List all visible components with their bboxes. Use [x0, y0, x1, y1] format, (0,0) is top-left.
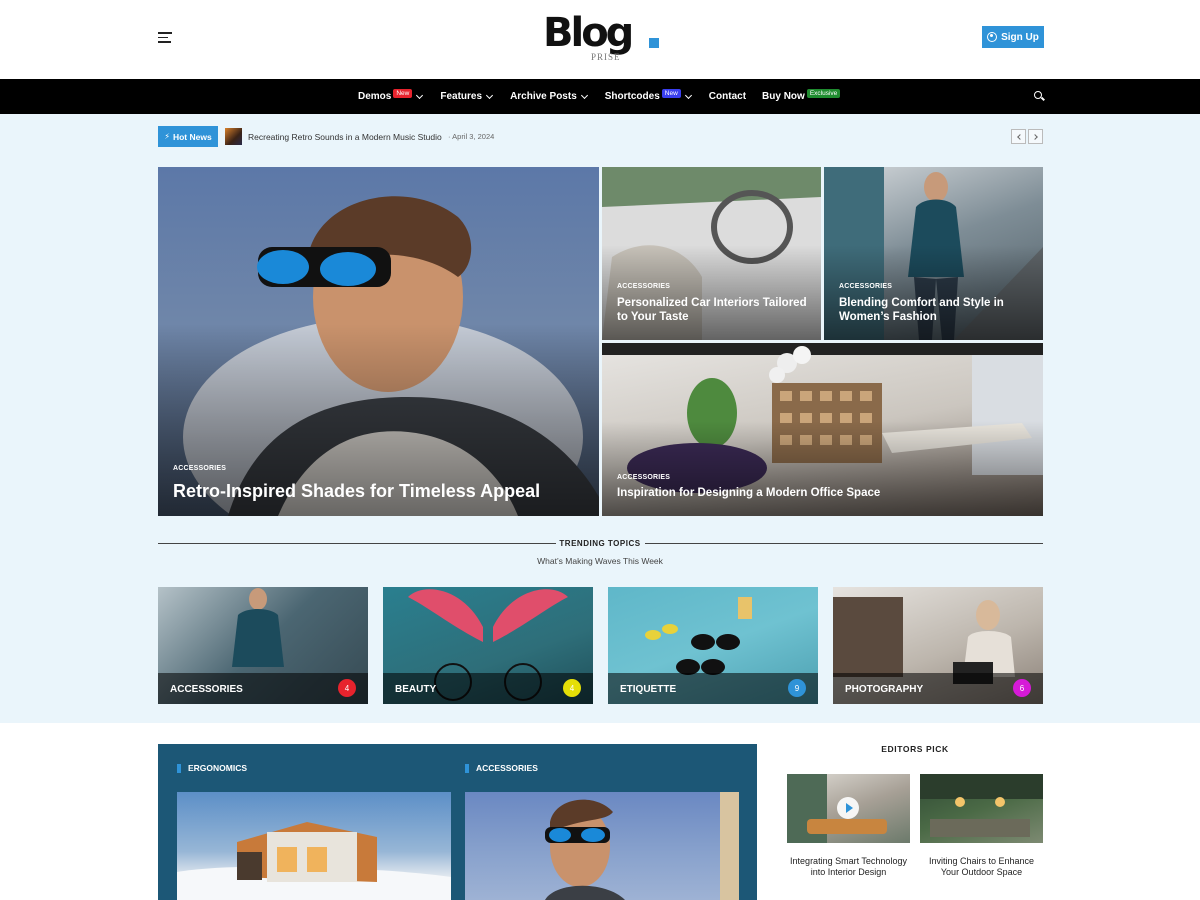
editors-pick-title: EDITORS PICK [881, 744, 949, 754]
editors-pick-image-1[interactable] [787, 774, 910, 843]
card-title[interactable]: Inspiration for Designing a Modern Offic… [617, 486, 880, 500]
category-label[interactable]: ACCESSORIES [617, 283, 670, 290]
site-header: Blog PRISE Sign Up [0, 0, 1200, 79]
hero-card-office-space[interactable]: ACCESSORIES Inspiration for Designing a … [602, 343, 1043, 516]
card-title[interactable]: Blending Comfort and Style in Women’s Fa… [839, 296, 1034, 325]
section-subtitle: What’s Making Waves This Week [537, 556, 663, 566]
search-icon[interactable] [1034, 91, 1045, 101]
ticker-date-value: April 3, 2024 [452, 132, 495, 141]
chevron-right-icon [1031, 133, 1038, 140]
house-image[interactable] [177, 792, 451, 900]
category-label[interactable]: ACCESSORIES [173, 465, 226, 472]
topic-card-photography[interactable]: PHOTOGRAPHY 6 [833, 587, 1043, 704]
topic-card-accessories[interactable]: ACCESSORIES 4 [158, 587, 368, 704]
hot-news-label: ⚡ Hot News [158, 126, 218, 147]
topic-label: ETIQUETTE [620, 684, 677, 695]
editors-pick-title-2[interactable]: Inviting Chairs to Enhance Your Outdoor … [920, 856, 1043, 879]
nav-item-contact[interactable]: Contact [709, 91, 746, 102]
nav-label: Archive Posts [510, 91, 577, 102]
editors-pick-title-1[interactable]: Integrating Smart Technology into Interi… [787, 856, 910, 879]
topic-count-badge: 4 [338, 679, 356, 697]
card-title[interactable]: Retro-Inspired Shades for Timeless Appea… [173, 480, 540, 503]
bolt-icon: ⚡ [164, 132, 170, 141]
ticker-thumbnail[interactable] [225, 128, 242, 145]
chevron-down-icon [416, 91, 424, 99]
logo-dot [649, 38, 659, 48]
sign-up-button[interactable]: Sign Up [982, 26, 1044, 48]
category-label[interactable]: ACCESSORIES [617, 474, 670, 481]
nav-item-shortcodes[interactable]: Shortcodes New [604, 89, 693, 102]
nav-label: Features [440, 91, 483, 102]
new-badge: New [393, 89, 413, 98]
ticker-prev-button[interactable] [1011, 129, 1026, 144]
panel-category-ergonomics[interactable]: ERGONOMICS [177, 763, 247, 773]
card-title[interactable]: Personalized Car Interiors Tailored to Y… [617, 296, 807, 325]
hero-card-car-interiors[interactable]: ACCESSORIES Personalized Car Interiors T… [602, 167, 821, 340]
exclusive-badge: Exclusive [806, 89, 841, 98]
topic-count-badge: 6 [1013, 679, 1031, 697]
topic-count-badge: 4 [563, 679, 581, 697]
logo-text: Blog [543, 10, 634, 56]
nav-label: Shortcodes [604, 91, 660, 102]
sign-up-label: Sign Up [1001, 31, 1039, 43]
topic-card-beauty[interactable]: BEAUTY 4 [383, 587, 593, 704]
nav-label: Demos [358, 91, 392, 102]
editors-pick-image-2[interactable] [920, 774, 1043, 843]
chevron-left-icon [1016, 133, 1023, 140]
user-icon [987, 32, 998, 42]
topic-card-etiquette[interactable]: ETIQUETTE 9 [608, 587, 818, 704]
new-badge: New [661, 89, 681, 98]
panel-category-label: ERGONOMICS [188, 763, 248, 773]
category-label[interactable]: ACCESSORIES [839, 283, 892, 290]
chevron-down-icon [580, 91, 588, 99]
nav-item-buy-now[interactable]: Buy Now Exclusive [762, 89, 841, 102]
hero-card-main[interactable]: ACCESSORIES Retro-Inspired Shades for Ti… [158, 167, 599, 516]
play-icon[interactable] [837, 797, 859, 819]
topic-label: ACCESSORIES [170, 684, 243, 695]
main-nav: Demos New Features Archive Posts Shortco… [0, 79, 1200, 114]
nav-item-archive-posts[interactable]: Archive Posts [510, 91, 589, 102]
topic-label: PHOTOGRAPHY [845, 684, 924, 695]
hot-news-text: Hot News [172, 131, 212, 142]
panel-category-label: ACCESSORIES [476, 763, 538, 773]
nav-label: Buy Now [762, 91, 805, 102]
section-title: TRENDING TOPICS [559, 539, 641, 548]
site-logo[interactable]: Blog PRISE [543, 8, 663, 64]
chevron-down-icon [684, 91, 692, 99]
ticker-next-button[interactable] [1028, 129, 1043, 144]
ticker-date: · April 3, 2024 [448, 132, 495, 141]
topic-label: BEAUTY [395, 684, 437, 695]
ticker-headline[interactable]: Recreating Retro Sounds in a Modern Musi… [248, 132, 442, 142]
nav-label: Contact [708, 91, 747, 102]
nav-item-features[interactable]: Features [440, 91, 494, 102]
chevron-down-icon [486, 91, 494, 99]
topic-count-badge: 9 [788, 679, 806, 697]
logo-subtext: PRISE [591, 52, 621, 62]
nav-item-demos[interactable]: Demos New [358, 89, 424, 102]
menu-icon[interactable] [158, 32, 172, 43]
panel-category-accessories[interactable]: ACCESSORIES [465, 763, 538, 773]
hero-card-womens-fashion[interactable]: ACCESSORIES Blending Comfort and Style i… [824, 167, 1043, 340]
sunglasses-portrait-image[interactable] [465, 792, 739, 900]
